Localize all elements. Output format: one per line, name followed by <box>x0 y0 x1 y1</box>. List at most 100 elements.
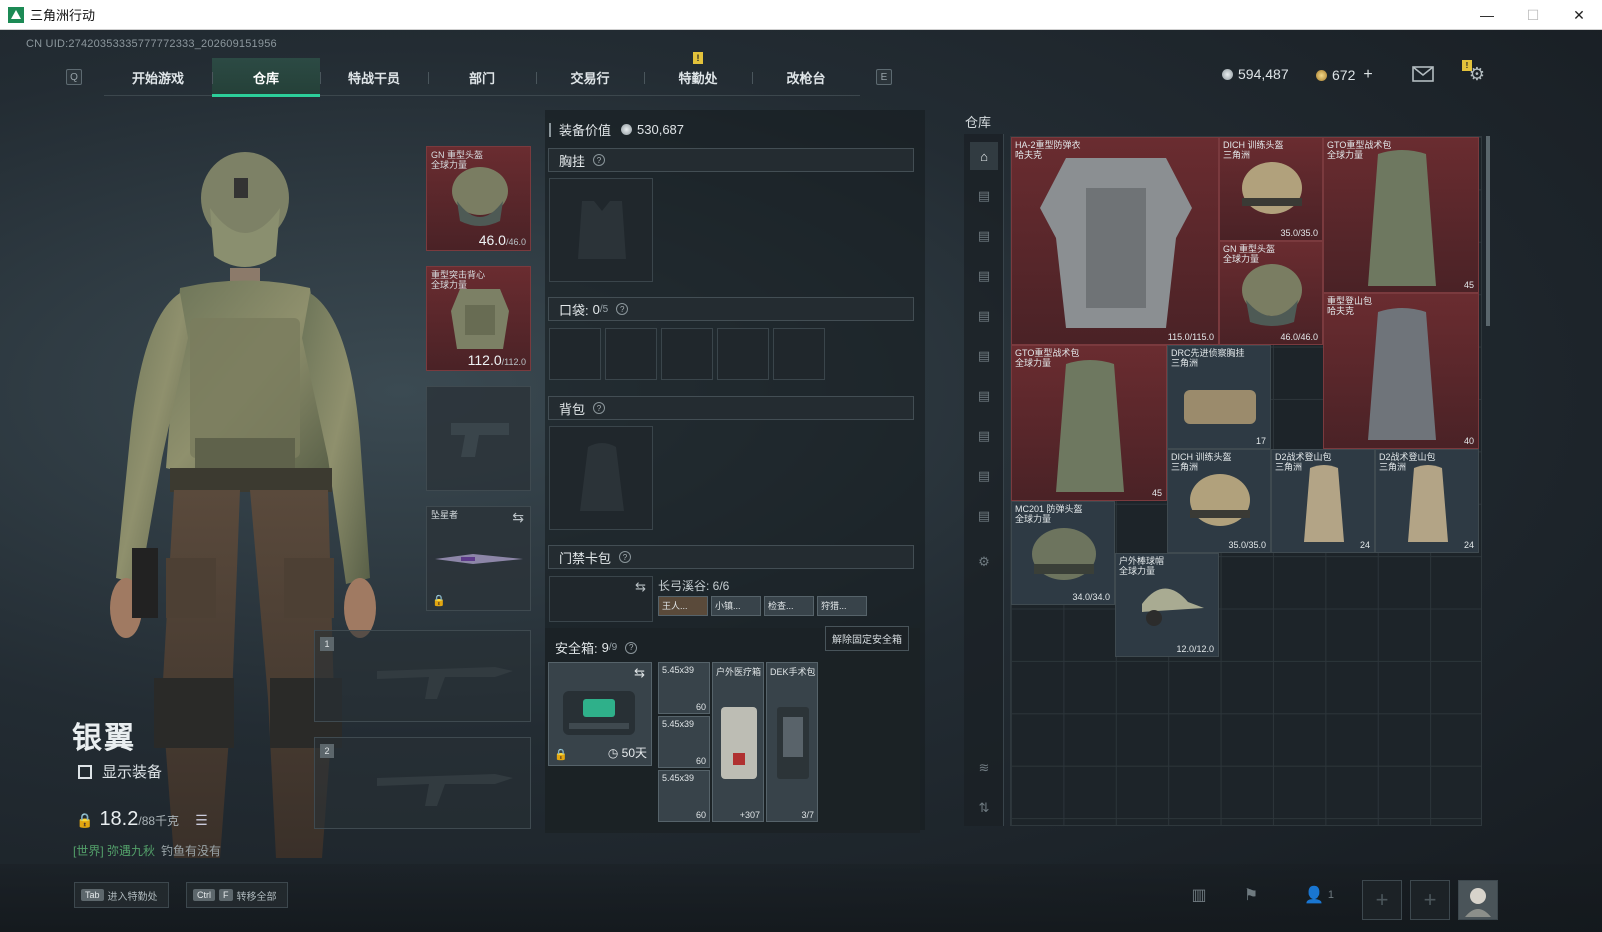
show-equipment-checkbox[interactable] <box>78 764 92 779</box>
armor-durability: 112.0/112.0 <box>467 352 526 368</box>
helmet-slot[interactable]: GN 重型头盔 全球力量 46.0/46.0 <box>426 146 531 251</box>
invite-slot-plus-icon[interactable]: + <box>1410 880 1450 920</box>
pocket-slot[interactable] <box>717 328 769 380</box>
keycard-case-slot[interactable]: ⇆ <box>549 576 653 622</box>
swap-icon[interactable]: ⇆ <box>634 665 645 681</box>
sort-icon[interactable]: ⇅ <box>970 794 998 822</box>
warehouse-tab-icon[interactable]: ▤ <box>970 342 998 370</box>
sidearm-slot[interactable] <box>426 386 531 491</box>
warehouse-settings-gear-icon[interactable]: ⚙ <box>970 548 998 576</box>
warehouse-item-backpack[interactable]: D2战术登山包 三角洲 24 <box>1271 449 1375 553</box>
primary-weapon-slot-1[interactable]: 1 <box>314 630 531 722</box>
operator-name: 银翼 <box>72 722 136 755</box>
keycard-map-name: 长弓溪谷: 6/6 <box>658 579 730 593</box>
tab-start-game[interactable]: 开始游戏 <box>104 58 212 96</box>
safebox-count: 9 <box>601 640 609 655</box>
warehouse-all-tab-icon[interactable]: ⌂ <box>970 142 998 170</box>
medkit-item[interactable]: 户外医疗箱 +307 <box>712 662 764 822</box>
help-icon[interactable]: ? <box>625 641 638 654</box>
warehouse-tab-icon[interactable]: ▤ <box>970 502 998 530</box>
ammo-item[interactable]: 5.45x39 60 <box>658 662 710 714</box>
warehouse-tab-icon[interactable]: ▤ <box>970 422 998 450</box>
add-currency-button[interactable]: + <box>1363 66 1372 84</box>
surgery-kit-item[interactable]: DEK手术包 3/7 <box>766 662 818 822</box>
melee-slot[interactable]: 坠星者 ⇆ 🔒 <box>426 506 531 611</box>
warehouse-item-helmet[interactable]: DICH 训练头盔 三角洲 35.0/35.0 <box>1167 449 1271 553</box>
chest-rig-slot[interactable] <box>549 178 653 282</box>
swap-icon[interactable]: ⇆ <box>512 509 524 526</box>
unlock-safebox-tooltip[interactable]: 解除固定安全箱 <box>825 626 909 651</box>
warehouse-item-helmet[interactable]: MC201 防弹头盔 全球力量 34.0/34.0 <box>1011 501 1115 605</box>
pocket-slot[interactable] <box>773 328 825 380</box>
maximize-button[interactable]: ☐ <box>1510 0 1556 30</box>
safebox-slot[interactable]: ⇆ 🔒 ◷ 50天 <box>548 662 652 766</box>
help-icon[interactable]: ? <box>616 303 629 315</box>
backpack-slot[interactable] <box>549 426 653 530</box>
transfer-all-hint[interactable]: Ctrl F 转移全部 <box>186 882 288 908</box>
nav-prev-key[interactable]: Q <box>66 69 82 85</box>
close-button[interactable]: ✕ <box>1556 0 1602 30</box>
help-icon[interactable]: ? <box>593 402 606 414</box>
warehouse-item-backpack[interactable]: D2战术登山包 三角洲 24 <box>1375 449 1479 553</box>
keycard-room[interactable]: 检查... <box>764 596 814 616</box>
ammo-item[interactable]: 5.45x39 60 <box>658 770 710 822</box>
warehouse-tab-icon[interactable]: ▤ <box>970 302 998 330</box>
tab-department[interactable]: 部门 <box>428 58 536 96</box>
swap-icon[interactable]: ⇆ <box>635 579 646 595</box>
pocket-slot[interactable] <box>661 328 713 380</box>
settings-gear-icon[interactable]: ⚙ <box>1466 64 1488 84</box>
safebox-max: /9 <box>608 642 618 653</box>
pocket-slot[interactable] <box>605 328 657 380</box>
warehouse-tab-icon[interactable]: ▤ <box>970 382 998 410</box>
help-icon[interactable]: ? <box>593 154 606 166</box>
warehouse-item-backpack[interactable]: 重型登山包 哈夫克 40 <box>1323 293 1479 449</box>
world-chat[interactable]: [世界] 弥遇九秋 钓鱼有没有 <box>73 842 221 859</box>
pocket-max: /5 <box>599 303 609 315</box>
ammo-item[interactable]: 5.45x39 60 <box>658 716 710 768</box>
warehouse-item-helmet[interactable]: GN 重型头盔 全球力量 46.0/46.0 <box>1219 241 1323 345</box>
keycard-room[interactable]: 狩猎... <box>817 596 867 616</box>
flag-icon[interactable]: ⚑ <box>1238 882 1264 908</box>
squad-icon[interactable]: 👤 1 <box>1296 882 1342 908</box>
tab-operators[interactable]: 特战干员 <box>320 58 428 96</box>
warehouse-tab-icon[interactable]: ▤ <box>970 462 998 490</box>
item-image <box>1056 360 1124 492</box>
safebox-title: 安全箱: <box>555 641 598 656</box>
tab-gunsmith[interactable]: 改枪台 <box>752 58 860 96</box>
weight-list-icon[interactable]: ☰ <box>195 812 208 829</box>
app-logo-icon <box>8 6 24 23</box>
keycard-room[interactable]: 王人... <box>658 596 708 616</box>
pocket-slot[interactable] <box>549 328 601 380</box>
keycard-room[interactable]: 小镇... <box>711 596 761 616</box>
nav-next-key[interactable]: E <box>876 69 892 85</box>
tab-trading[interactable]: 交易行 <box>536 58 644 96</box>
invite-slot-plus-icon[interactable]: + <box>1362 880 1402 920</box>
player-avatar[interactable] <box>1458 880 1498 920</box>
warehouse-item-chest-rig[interactable]: DRC先进侦察胸挂 三角洲 17 <box>1167 345 1271 449</box>
minimize-button[interactable]: — <box>1464 0 1510 30</box>
weapon-slot-2-number: 2 <box>320 744 334 758</box>
bottom-bar: Tab 进入特勤处 Ctrl F 转移全部 ▥ ⚑ 👤 1 + + <box>0 864 1602 932</box>
layers-icon[interactable]: ≋ <box>970 754 998 782</box>
warehouse-item-helmet[interactable]: DICH 训练头盔 三角洲 35.0/35.0 <box>1219 137 1323 241</box>
warehouse-tab-icon[interactable]: ▤ <box>970 182 998 210</box>
armor-slot[interactable]: 重型突击背心 全球力量 112.0/112.0 <box>426 266 531 371</box>
warehouse-tab-icon[interactable]: ▤ <box>970 262 998 290</box>
armor-image <box>451 289 509 349</box>
warehouse-scrollbar[interactable] <box>1486 136 1490 326</box>
item-image <box>1032 528 1096 580</box>
warehouse-item-backpack[interactable]: GTO重型战术包 全球力量 45 <box>1323 137 1479 293</box>
warehouse-item-cap[interactable]: 户外棒球帽 全球力量 12.0/12.0 <box>1115 553 1219 657</box>
show-equipment-toggle[interactable]: 显示装备 <box>78 761 162 782</box>
warehouse-tab-icon[interactable]: ▤ <box>970 222 998 250</box>
primary-weapon-slot-2[interactable]: 2 <box>314 737 531 829</box>
enter-special-ops-hint[interactable]: Tab 进入特勤处 <box>74 882 169 908</box>
game-area: CN UID:2742035333577777233​3_20260915195… <box>0 30 1602 932</box>
tab-special-ops[interactable]: 特勤处 ! <box>644 52 752 96</box>
stats-chart-icon[interactable]: ▥ <box>1186 882 1212 908</box>
help-icon[interactable]: ? <box>619 551 632 563</box>
warehouse-item-backpack[interactable]: GTO重型战术包 全球力量 45 <box>1011 345 1167 501</box>
tab-warehouse[interactable]: 仓库 <box>212 58 320 97</box>
warehouse-item-armor[interactable]: HA-2重型防弹衣 哈夫克 115.0/115.0 <box>1011 137 1219 345</box>
mail-icon[interactable] <box>1412 64 1434 84</box>
